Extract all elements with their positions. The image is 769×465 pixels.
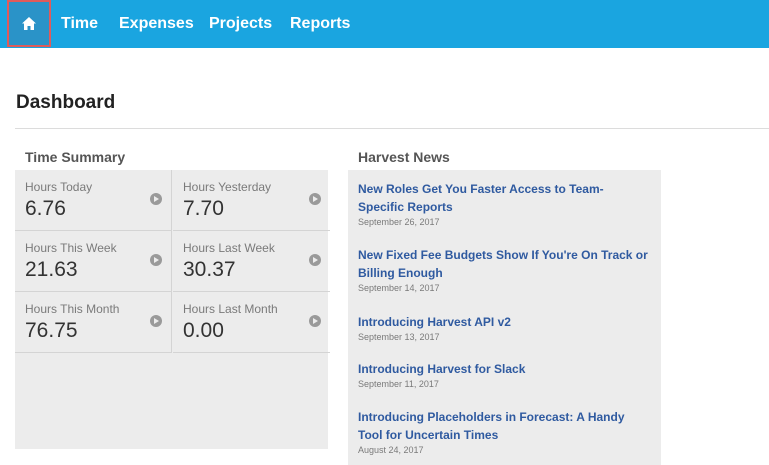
time-summary-cell[interactable]: Hours Last Week 30.37 bbox=[173, 231, 330, 292]
news-date: September 26, 2017 bbox=[358, 217, 440, 227]
news-item: New Fixed Fee Budgets Show If You're On … bbox=[358, 246, 648, 293]
news-item: Introducing Harvest API v2 September 13,… bbox=[358, 313, 648, 342]
time-summary-cell[interactable]: Hours Today 6.76 bbox=[15, 170, 172, 231]
arrow-right-icon[interactable] bbox=[150, 254, 162, 266]
harvest-news-heading: Harvest News bbox=[358, 149, 450, 165]
nav-expenses[interactable]: Expenses bbox=[119, 14, 194, 34]
time-summary-cell[interactable]: Hours Yesterday 7.70 bbox=[173, 170, 330, 231]
time-summary-label: Hours This Week bbox=[25, 241, 117, 255]
news-title-link[interactable]: New Roles Get You Faster Access to Team-… bbox=[358, 180, 648, 216]
news-date: August 24, 2017 bbox=[358, 445, 424, 455]
news-date: September 13, 2017 bbox=[358, 332, 440, 342]
harvest-news-panel: New Roles Get You Faster Access to Team-… bbox=[348, 170, 661, 465]
time-summary-value: 21.63 bbox=[25, 258, 78, 281]
time-summary-value: 7.70 bbox=[183, 197, 224, 220]
arrow-right-icon[interactable] bbox=[150, 193, 162, 205]
time-summary-value: 0.00 bbox=[183, 319, 224, 342]
nav-projects[interactable]: Projects bbox=[209, 14, 272, 34]
arrow-right-icon[interactable] bbox=[150, 315, 162, 327]
time-summary-cell[interactable]: Hours This Month 76.75 bbox=[15, 292, 172, 353]
time-summary-heading: Time Summary bbox=[25, 149, 126, 165]
time-summary-label: Hours This Month bbox=[25, 302, 120, 316]
arrow-right-icon[interactable] bbox=[309, 254, 321, 266]
title-divider bbox=[15, 128, 769, 129]
time-summary-panel: Hours Today 6.76 Hours Yesterday 7.70 Ho… bbox=[15, 170, 330, 449]
arrow-right-icon[interactable] bbox=[309, 193, 321, 205]
news-item: Introducing Harvest for Slack September … bbox=[358, 360, 648, 389]
nav-time[interactable]: Time bbox=[61, 14, 98, 34]
time-summary-cell[interactable]: Hours Last Month 0.00 bbox=[173, 292, 330, 353]
time-summary-label: Hours Last Month bbox=[183, 302, 278, 316]
time-summary-value: 6.76 bbox=[25, 197, 66, 220]
time-summary-label: Hours Last Week bbox=[183, 241, 275, 255]
time-summary-cell[interactable]: Hours This Week 21.63 bbox=[15, 231, 172, 292]
news-date: September 14, 2017 bbox=[358, 283, 440, 293]
page-title: Dashboard bbox=[16, 92, 116, 113]
nav-reports[interactable]: Reports bbox=[290, 14, 350, 34]
time-summary-label: Hours Today bbox=[25, 180, 93, 194]
time-summary-value: 30.37 bbox=[183, 258, 236, 281]
time-summary-value: 76.75 bbox=[25, 319, 78, 342]
news-date: September 11, 2017 bbox=[358, 379, 439, 389]
news-title-link[interactable]: Introducing Placeholders in Forecast: A … bbox=[358, 408, 648, 444]
news-title-link[interactable]: Introducing Harvest API v2 bbox=[358, 313, 648, 331]
home-icon bbox=[22, 17, 36, 30]
news-item: New Roles Get You Faster Access to Team-… bbox=[358, 180, 648, 227]
news-item: Introducing Placeholders in Forecast: A … bbox=[358, 408, 648, 455]
top-nav: Time Expenses Projects Reports bbox=[0, 0, 769, 48]
news-title-link[interactable]: Introducing Harvest for Slack bbox=[358, 360, 648, 378]
time-summary-label: Hours Yesterday bbox=[183, 180, 272, 194]
arrow-right-icon[interactable] bbox=[309, 315, 321, 327]
news-title-link[interactable]: New Fixed Fee Budgets Show If You're On … bbox=[358, 246, 648, 282]
home-button[interactable] bbox=[7, 0, 51, 47]
